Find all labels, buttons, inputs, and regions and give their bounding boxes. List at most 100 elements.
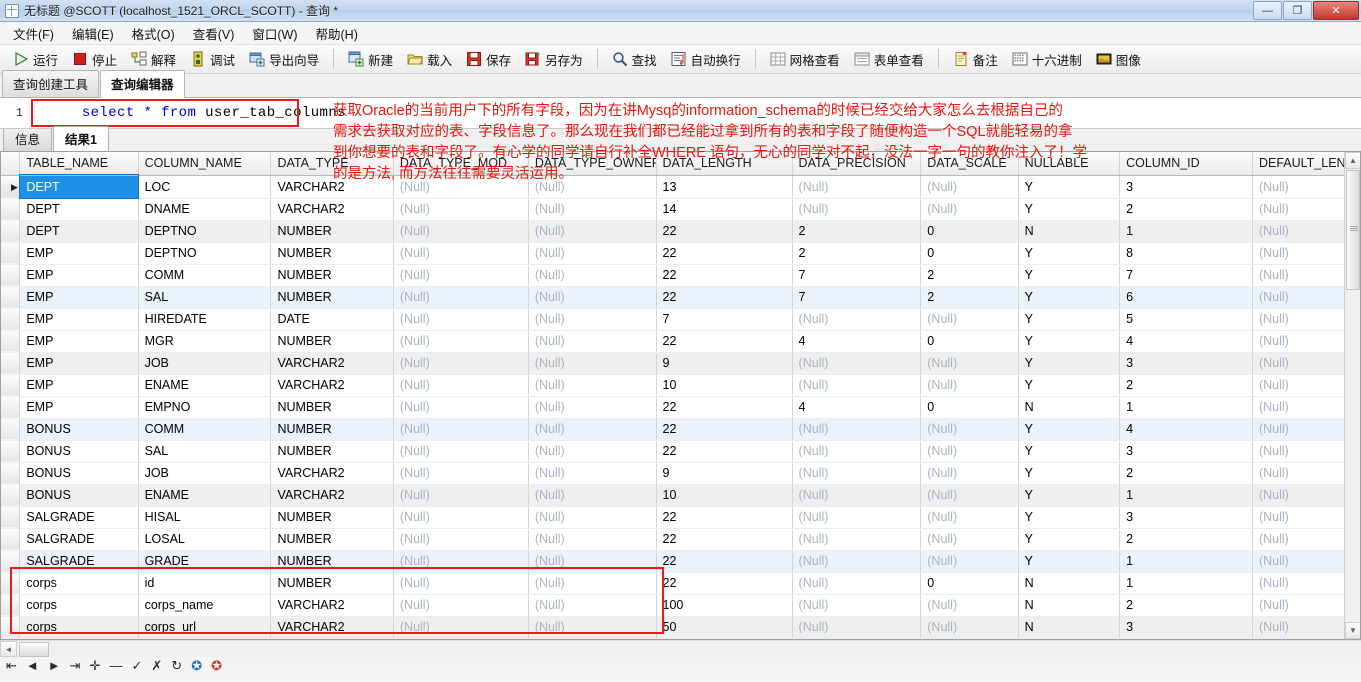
table-cell[interactable]: (Null): [528, 484, 657, 507]
table-cell[interactable]: (Null): [920, 418, 1019, 441]
table-cell[interactable]: (Null): [528, 175, 657, 199]
table-cell[interactable]: Y: [1018, 308, 1121, 331]
table-cell[interactable]: DATE: [270, 308, 394, 331]
table-cell[interactable]: (Null): [393, 220, 529, 243]
table-cell[interactable]: (Null): [393, 572, 529, 595]
col-header-data-precision[interactable]: DATA_PRECISION: [792, 152, 922, 176]
menu-item-edit[interactable]: 编辑(E): [63, 21, 123, 46]
table-cell[interactable]: Y: [1018, 374, 1121, 397]
col-header-data-type-mod[interactable]: DATA_TYPE_MOD: [393, 152, 529, 176]
table-cell[interactable]: VARCHAR2: [270, 198, 394, 221]
table-cell[interactable]: (Null): [393, 264, 529, 287]
nav-last-icon[interactable]: ⇥: [70, 658, 81, 674]
table-cell[interactable]: (Null): [920, 374, 1019, 397]
table-cell[interactable]: EMPNO: [138, 396, 272, 419]
menu-item-help[interactable]: 帮助(H): [307, 21, 367, 46]
table-cell[interactable]: 2: [1119, 462, 1253, 485]
row-header-cell[interactable]: [1, 418, 21, 441]
table-cell[interactable]: NUMBER: [270, 550, 394, 573]
table-cell[interactable]: 22: [656, 440, 793, 463]
table-cell[interactable]: (Null): [528, 264, 657, 287]
table-cell[interactable]: 22: [656, 550, 793, 573]
row-header-cell[interactable]: [1, 286, 21, 309]
table-cell[interactable]: (Null): [393, 484, 529, 507]
table-cell[interactable]: VARCHAR2: [270, 374, 394, 397]
nav-first-icon[interactable]: ⇤: [6, 658, 17, 674]
table-cell[interactable]: Y: [1018, 330, 1121, 353]
find-button[interactable]: 查找: [605, 47, 664, 71]
table-cell[interactable]: (Null): [920, 484, 1019, 507]
table-cell[interactable]: (Null): [792, 550, 922, 573]
table-row[interactable]: SALGRADE HISAL NUMBER (Null) (Null) 22 (Null)(…: [1, 506, 1360, 529]
nav-delete-icon[interactable]: —: [109, 658, 122, 673]
table-cell[interactable]: Y: [1018, 175, 1121, 199]
table-cell[interactable]: VARCHAR2: [270, 462, 394, 485]
table-cell[interactable]: GRADE: [138, 550, 272, 573]
table-cell[interactable]: VARCHAR2: [270, 616, 394, 639]
table-cell[interactable]: (Null): [393, 374, 529, 397]
row-header-cell[interactable]: [1, 264, 21, 287]
table-cell[interactable]: (Null): [393, 418, 529, 441]
table-cell[interactable]: (Null): [393, 175, 529, 199]
table-cell[interactable]: Y: [1018, 462, 1121, 485]
vertical-scroll-thumb[interactable]: [1346, 170, 1360, 290]
table-cell[interactable]: (Null): [792, 484, 922, 507]
table-cell[interactable]: (Null): [393, 396, 529, 419]
table-cell[interactable]: NUMBER: [270, 528, 394, 551]
table-cell[interactable]: (Null): [528, 374, 657, 397]
table-row[interactable]: ▶ DEPT LOC VARCHAR2 (Null) (Null) 13 (Null) (Nul…: [1, 174, 1360, 199]
table-cell[interactable]: 22: [656, 506, 793, 529]
table-cell[interactable]: N: [1018, 396, 1121, 419]
table-cell[interactable]: N: [1018, 616, 1121, 639]
table-cell[interactable]: 22: [656, 286, 793, 309]
table-cell[interactable]: (Null): [528, 594, 657, 617]
table-cell[interactable]: 22: [656, 572, 793, 595]
table-cell[interactable]: 10: [656, 484, 793, 507]
menu-item-file[interactable]: 文件(F): [4, 21, 63, 46]
table-cell[interactable]: EMP: [19, 352, 139, 375]
table-cell[interactable]: VARCHAR2: [270, 352, 394, 375]
table-row[interactable]: BONUS JOB VARCHAR2 (Null) (Null) 9 (Null) (Null…: [1, 462, 1360, 485]
table-cell[interactable]: (Null): [528, 308, 657, 331]
table-cell[interactable]: (Null): [528, 440, 657, 463]
table-cell[interactable]: 0: [920, 572, 1019, 595]
table-cell[interactable]: (Null): [528, 220, 657, 243]
table-row[interactable]: corps corps_name VARCHAR2 (Null) (Null) 100 (N…: [1, 594, 1360, 617]
table-cell[interactable]: HISAL: [138, 506, 272, 529]
table-row[interactable]: EMPCOMMNUMBER(Null)(Null)2272Y7(Null)(Nu: [1, 264, 1360, 287]
table-cell[interactable]: EMP: [19, 374, 139, 397]
table-cell[interactable]: 3: [1119, 440, 1253, 463]
table-cell[interactable]: (Null): [920, 616, 1019, 639]
table-cell[interactable]: (Null): [528, 506, 657, 529]
table-row[interactable]: EMPDEPTNONUMBER(Null)(Null)2220Y8(Null)(…: [1, 242, 1360, 265]
table-cell[interactable]: (Null): [792, 462, 922, 485]
table-cell[interactable]: (Null): [792, 374, 922, 397]
table-cell[interactable]: Y: [1018, 242, 1121, 265]
table-cell[interactable]: (Null): [920, 175, 1019, 199]
row-header-cell[interactable]: [1, 352, 21, 375]
table-cell[interactable]: (Null): [792, 418, 922, 441]
table-cell[interactable]: SAL: [138, 286, 272, 309]
run-button[interactable]: 运行: [6, 47, 65, 71]
table-cell[interactable]: (Null): [528, 396, 657, 419]
table-cell[interactable]: BONUS: [19, 440, 139, 463]
table-cell[interactable]: 7: [656, 308, 793, 331]
table-cell[interactable]: 1: [1119, 484, 1253, 507]
table-cell[interactable]: NUMBER: [270, 330, 394, 353]
table-cell[interactable]: EMP: [19, 396, 139, 419]
table-cell[interactable]: (Null): [792, 616, 922, 639]
row-header-cell[interactable]: [1, 594, 21, 617]
nav-post-icon[interactable]: ✓: [131, 658, 142, 674]
col-header-nullable[interactable]: NULLABLE: [1018, 152, 1121, 176]
table-cell[interactable]: 2: [1119, 594, 1253, 617]
table-cell[interactable]: 9: [656, 462, 793, 485]
table-cell[interactable]: 0: [920, 220, 1019, 243]
menu-item-window[interactable]: 窗口(W): [243, 21, 306, 46]
table-cell[interactable]: (Null): [393, 462, 529, 485]
stop-button[interactable]: 停止: [65, 47, 124, 71]
row-header-cell[interactable]: [1, 616, 21, 639]
table-cell[interactable]: LOSAL: [138, 528, 272, 551]
table-cell[interactable]: DEPT: [18, 174, 140, 199]
table-cell[interactable]: (Null): [528, 286, 657, 309]
table-cell[interactable]: Y: [1018, 286, 1121, 309]
